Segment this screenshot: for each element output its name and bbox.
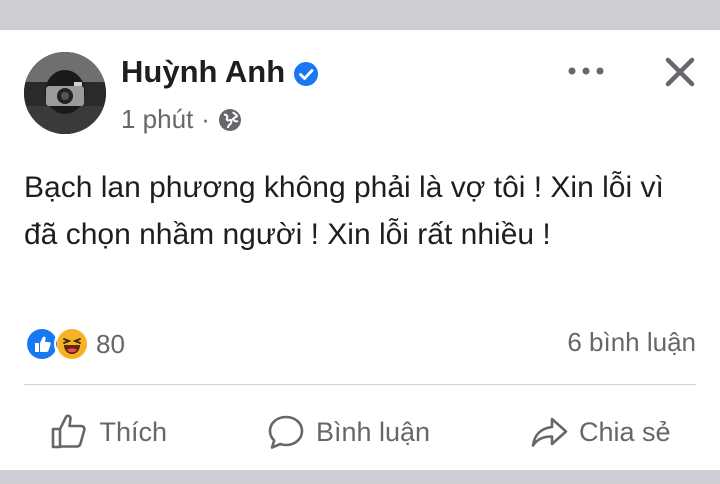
comment-count[interactable]: 6 bình luận — [567, 327, 696, 358]
author-name[interactable]: Huỳnh Anh — [121, 54, 285, 90]
comment-label: Bình luận — [315, 416, 431, 447]
more-horizontal-icon — [568, 67, 604, 75]
share-button[interactable]: Chia sẻ — [529, 412, 671, 452]
post-text: Bạch lan phương không phải là vợ tôi ! X… — [24, 171, 664, 251]
meta-separator: · — [201, 104, 210, 134]
divider — [24, 384, 696, 385]
thumbs-up-icon — [52, 414, 87, 449]
close-button[interactable] — [656, 48, 704, 96]
reactions-summary[interactable]: 80 — [24, 326, 125, 362]
comment-icon — [268, 415, 304, 449]
haha-reaction-icon — [54, 326, 90, 362]
globe-icon[interactable] — [218, 108, 242, 132]
like-button[interactable]: Thích — [49, 412, 167, 452]
share-label: Chia sẻ — [578, 416, 671, 447]
comment-button[interactable]: Bình luận — [266, 412, 430, 452]
action-bar: Thích Bình luận Chia sẻ — [0, 402, 720, 462]
verified-badge-icon — [293, 59, 319, 86]
share-icon — [531, 417, 568, 447]
avatar[interactable] — [24, 52, 106, 134]
post-time[interactable]: 1 phút — [121, 104, 193, 135]
like-label: Thích — [99, 416, 167, 447]
more-options-button[interactable] — [566, 56, 606, 86]
post-meta: 1 phút · — [121, 104, 242, 135]
close-icon — [665, 57, 695, 87]
author-name-row[interactable]: Huỳnh Anh — [121, 54, 319, 90]
reaction-count: 80 — [96, 328, 125, 359]
post-card: Huỳnh Anh 1 phút · Bạch lan phương không… — [0, 30, 720, 470]
